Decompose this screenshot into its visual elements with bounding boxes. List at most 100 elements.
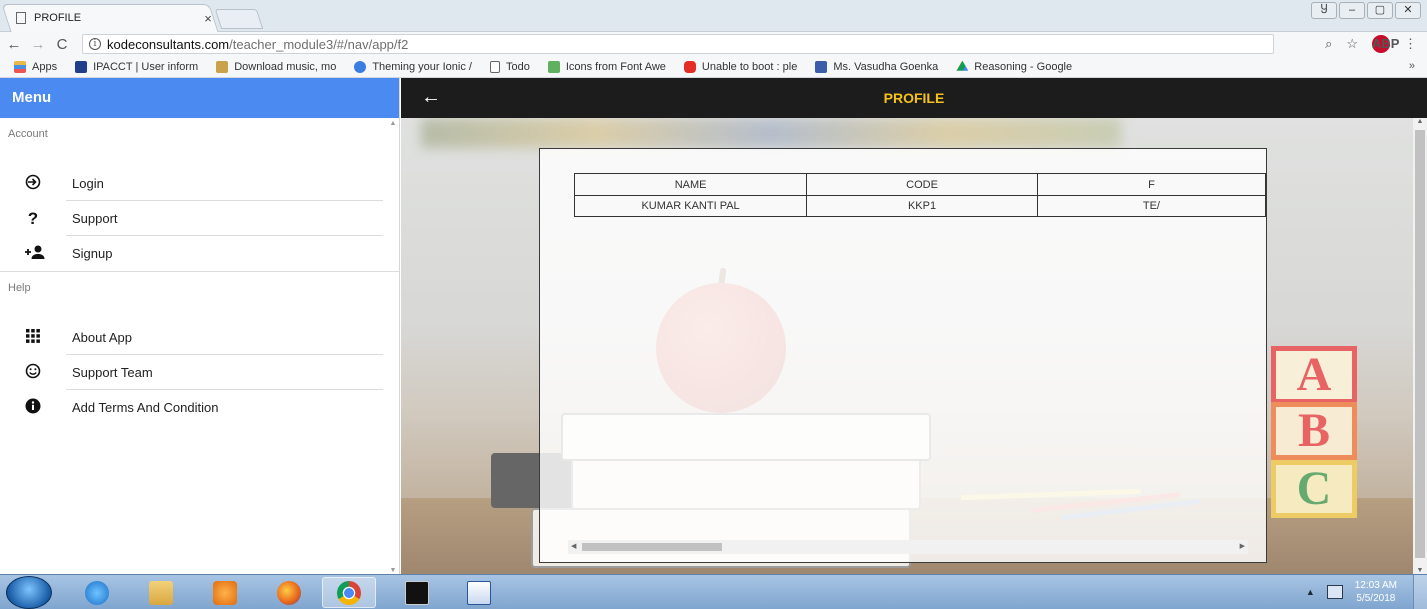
bookmarks-bar: Apps IPACCT | User inform Download music…	[0, 56, 1427, 78]
menu-item-support-team[interactable]: Support Team	[0, 355, 399, 390]
help-icon: ?	[27, 208, 39, 228]
adblock-icon[interactable]: ABP	[1372, 35, 1399, 53]
reload-button[interactable]: C	[52, 36, 72, 53]
music-site-icon	[216, 60, 229, 73]
browser-menu-icon[interactable]: ⋮	[1404, 36, 1417, 52]
start-button[interactable]	[6, 576, 52, 609]
site-info-icon[interactable]: i	[89, 38, 101, 50]
info-icon	[24, 398, 42, 418]
table-header-row: NAME CODE F	[573, 173, 1266, 196]
scroll-up-arrow-icon[interactable]: ▲	[388, 120, 398, 127]
back-button[interactable]: ←	[4, 36, 24, 53]
page-icon	[489, 60, 500, 73]
scroll-right-arrow-icon[interactable]: ▶	[1240, 540, 1245, 554]
url-host: kodeconsultants.com	[107, 36, 230, 52]
menu-section-account: Account	[8, 128, 48, 140]
table-row: KUMAR KANTI PAL KKP1 TE/	[573, 195, 1266, 217]
bookmark-theming-ionic[interactable]: Theming your Ionic /	[354, 60, 472, 73]
app-toolbar: ← PROFILE	[401, 78, 1427, 118]
bookmark-reasoning[interactable]: Reasoning - Google	[956, 60, 1072, 73]
url-input[interactable]: i kodeconsultants.com /teacher_module3/#…	[82, 34, 1274, 54]
bookmark-apps[interactable]: Apps	[14, 60, 57, 73]
scroll-left-arrow-icon[interactable]: ◀	[571, 540, 576, 554]
network-icon[interactable]	[1326, 585, 1343, 599]
chrome-icon	[337, 580, 361, 605]
scrollbar-thumb[interactable]	[582, 543, 722, 551]
folder-icon	[149, 580, 173, 605]
bookmarks-overflow-icon[interactable]: »	[1409, 60, 1415, 72]
close-window-button[interactable]: ✕	[1395, 2, 1421, 19]
apps-grid-icon	[24, 328, 42, 347]
menu-item-support[interactable]: ? Support	[0, 201, 399, 236]
user-profile-button[interactable]: Ⴘ	[1311, 2, 1337, 19]
smiley-icon	[24, 363, 42, 383]
taskbar-chrome[interactable]	[322, 577, 376, 608]
taskbar-cmd[interactable]	[390, 577, 444, 608]
table-horizontal-scrollbar[interactable]: ◀ ▶	[568, 540, 1248, 554]
maximize-button[interactable]: ▢	[1367, 2, 1393, 19]
bookmark-star-icon[interactable]: ☆	[1346, 36, 1358, 52]
menu-item-about-app[interactable]: About App	[0, 320, 399, 355]
taskbar-explorer[interactable]	[134, 577, 188, 608]
clock-time: 12:03 AM	[1354, 580, 1397, 591]
login-icon	[24, 174, 42, 194]
taskbar-ie[interactable]	[70, 577, 124, 608]
page-title: PROFILE	[883, 90, 945, 106]
bookmark-unable-to-boot[interactable]: Unable to boot : ple	[683, 60, 797, 73]
profile-table: NAME CODE F KUMAR KANTI PAL KKP1 TE/	[573, 173, 1266, 217]
ipacct-icon	[75, 60, 88, 73]
scroll-up-arrow-icon[interactable]: ▲	[1413, 118, 1427, 125]
firefox-icon	[277, 580, 301, 605]
menu-item-login[interactable]: Login	[0, 166, 399, 201]
tab-title: PROFILE	[34, 12, 82, 24]
side-menu-scrollbar[interactable]: ▲ ▼	[388, 120, 398, 574]
profile-card: NAME CODE F KUMAR KANTI PAL KKP1 TE/ ◀ ▶	[539, 148, 1267, 563]
bookmark-vasudha[interactable]: Ms. Vasudha Goenka	[815, 60, 938, 73]
internet-explorer-icon	[85, 580, 109, 605]
address-bar-actions: ⌕ ☆ ABP ⋮	[1325, 35, 1417, 53]
taskbar-firefox[interactable]	[262, 577, 316, 608]
ionic-icon	[354, 60, 367, 73]
bookmark-todo[interactable]: Todo	[489, 60, 530, 73]
cell-name: KUMAR KANTI PAL	[573, 195, 808, 217]
menu-title: Menu	[0, 78, 399, 118]
menu-item-add-terms[interactable]: Add Terms And Condition	[0, 390, 399, 425]
bookmark-font-awesome[interactable]: Icons from Font Awe	[547, 60, 666, 73]
url-path: /teacher_module3/#/nav/app/f2	[229, 36, 409, 52]
menu-section-help: Help	[8, 282, 31, 294]
command-prompt-icon	[405, 580, 429, 605]
column-header-role: F	[1036, 173, 1266, 196]
w3-icon	[547, 60, 560, 73]
cell-code: KKP1	[806, 195, 1038, 217]
bookmark-download-music[interactable]: Download music, mo	[216, 60, 336, 73]
browser-tab-content[interactable]: PROFILE ×	[16, 8, 216, 28]
windows-taskbar: ▲ 12:03 AM 5/5/2018	[0, 574, 1427, 609]
show-hidden-icons-icon[interactable]: ▲	[1306, 587, 1315, 597]
taskbar-word[interactable]	[452, 577, 506, 608]
media-player-icon	[213, 580, 237, 605]
taskbar-media-player[interactable]	[198, 577, 252, 608]
zoom-icon[interactable]: ⌕	[1325, 36, 1332, 52]
p-icon	[815, 60, 828, 73]
cell-role: TE/	[1036, 195, 1266, 217]
tab-close-icon[interactable]: ×	[200, 11, 216, 26]
scroll-down-arrow-icon[interactable]: ▼	[1413, 567, 1427, 574]
bookmark-ipacct[interactable]: IPACCT | User inform	[75, 60, 198, 73]
google-drive-icon	[956, 60, 969, 71]
forward-button[interactable]: →	[28, 36, 48, 53]
menu-item-signup[interactable]: Signup	[0, 236, 399, 271]
youtube-icon	[683, 60, 696, 73]
person-add-icon	[24, 244, 45, 264]
show-desktop-button[interactable]	[1413, 575, 1427, 609]
page-icon	[16, 12, 26, 24]
page-scrollbar-thumb[interactable]	[1415, 130, 1425, 558]
apps-icon	[14, 60, 26, 73]
scroll-down-arrow-icon[interactable]: ▼	[388, 567, 398, 574]
new-tab-button[interactable]	[214, 9, 264, 29]
address-bar: ← → C i kodeconsultants.com /teacher_mod…	[0, 32, 1427, 56]
page-scrollbar[interactable]: ▲ ▼	[1413, 118, 1427, 574]
clock-date: 5/5/2018	[1356, 593, 1396, 604]
taskbar-clock[interactable]: 12:03 AM 5/5/2018	[1355, 579, 1397, 605]
minimize-button[interactable]: –	[1339, 2, 1365, 19]
app-root: Menu Account Login ? Support Signup Help	[0, 78, 1427, 574]
